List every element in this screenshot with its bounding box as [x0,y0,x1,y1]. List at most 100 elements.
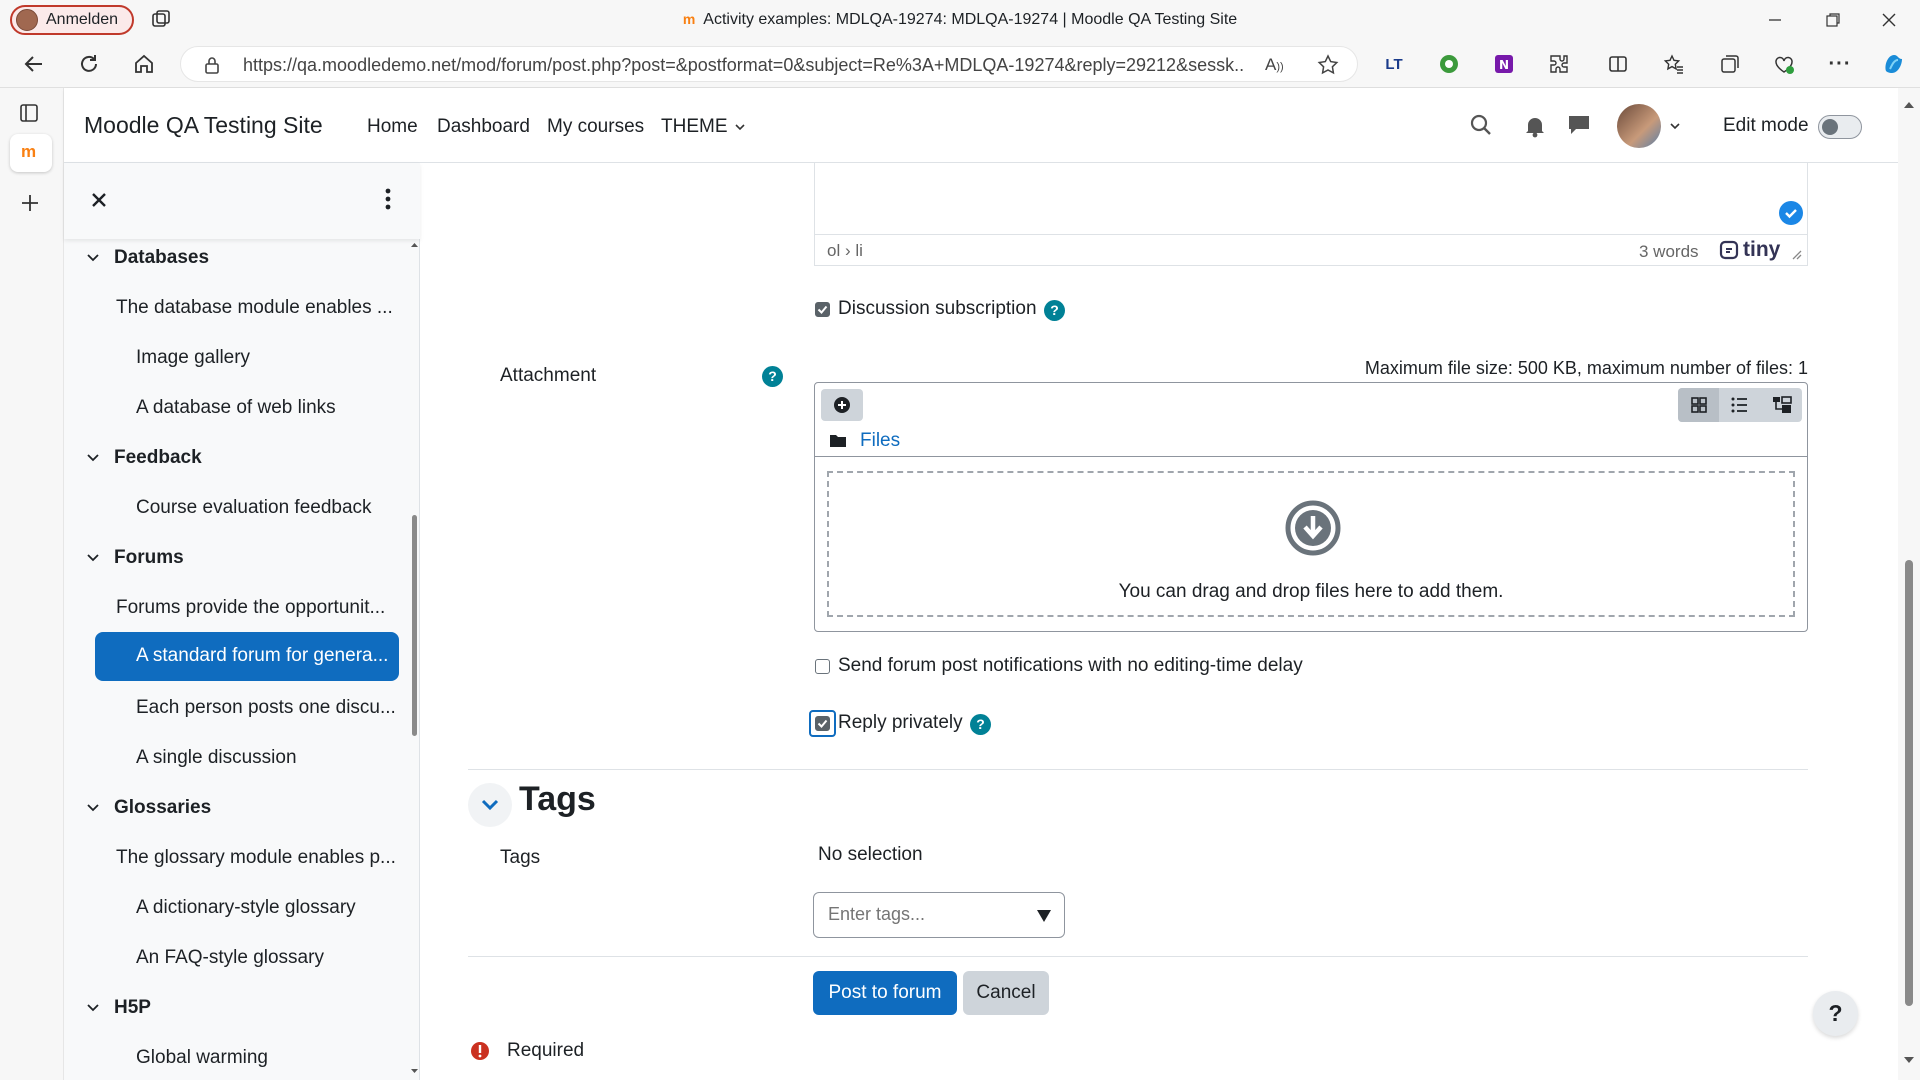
favorite-star-icon[interactable] [1317,54,1339,76]
main-content: ol › li 3 words tiny Discussion subscrip… [420,163,1898,1080]
ci-item-faq-glossary[interactable]: An FAQ-style glossary [136,947,324,969]
ci-item-global-warming[interactable]: Global warming [136,1047,268,1069]
site-name[interactable]: Moodle QA Testing Site [84,112,323,139]
file-drop-zone[interactable]: You can drag and drop files here to add … [827,471,1795,617]
nav-dashboard[interactable]: Dashboard [437,116,530,138]
grid-icon [1691,397,1707,413]
section-h5p[interactable]: H5P [86,997,151,1019]
tab-actions-icon[interactable] [18,102,40,124]
nav-theme[interactable]: THEME [661,116,746,138]
discussion-subscription-checkbox[interactable] [815,302,830,317]
resize-handle-icon[interactable] [1790,248,1802,260]
extension-green-icon[interactable] [1435,50,1463,78]
lock-icon[interactable] [203,56,221,74]
no-delay-checkbox[interactable] [815,659,830,674]
home-icon[interactable] [128,48,160,80]
editor-element-path[interactable]: ol › li [827,241,863,261]
section-glossaries[interactable]: Glossaries [86,797,211,819]
ci-item-image-gallery[interactable]: Image gallery [136,347,250,369]
ci-item-glossary-intro[interactable]: The glossary module enables p... [116,847,396,869]
messages-icon[interactable] [1567,114,1591,136]
help-icon[interactable]: ? [1044,300,1065,321]
window-title: Activity examples: MDLQA-19274: MDLQA-19… [703,11,1238,28]
folder-tree-icon [1773,396,1792,413]
extension-lt-icon[interactable]: LT [1380,50,1408,78]
section-databases[interactable]: Databases [86,247,209,269]
onenote-icon[interactable]: N [1490,50,1518,78]
chevron-down-icon [87,804,99,812]
user-menu-chevron-icon[interactable] [1669,120,1681,132]
drawer-scrollbar[interactable] [409,239,420,1080]
ci-item-database-intro[interactable]: The database module enables ... [116,297,393,319]
section-title: Feedback [114,447,202,468]
editor-statusbar: ol › li 3 words tiny [815,234,1807,265]
tab-moodle[interactable]: m [10,134,52,172]
ci-item-course-evaluation[interactable]: Course evaluation feedback [136,497,372,519]
ci-item-each-person-posts[interactable]: Each person posts one discu... [136,697,396,719]
restore-button[interactable] [1810,7,1856,33]
browser-titlebar: Anmelden m Activity examples: MDLQA-19274… [0,0,1920,40]
chevron-down-icon [87,254,99,262]
collections-icon[interactable] [1716,50,1744,78]
refresh-button[interactable] [73,48,105,80]
back-button[interactable] [18,48,50,80]
extensions-puzzle-icon[interactable] [1545,50,1573,78]
download-arrow-icon [1284,499,1342,557]
tags-text-field[interactable] [828,904,1028,925]
post-to-forum-button[interactable]: Post to forum [813,971,957,1015]
view-list-button[interactable] [1719,388,1760,422]
ci-item-dictionary-glossary[interactable]: A dictionary-style glossary [136,897,356,919]
tiny-logo[interactable]: tiny [1719,238,1780,262]
edit-mode-toggle[interactable] [1818,115,1862,139]
address-bar[interactable]: https://qa.moodledemo.net/mod/forum/post… [180,46,1358,82]
help-icon[interactable]: ? [970,714,991,735]
section-title: H5P [114,997,151,1018]
view-icons-button[interactable] [1678,388,1719,422]
dropdown-triangle-icon[interactable] [1036,909,1052,923]
ci-item-standard-forum-active[interactable]: A standard forum for genera... [95,632,399,681]
nav-my-courses[interactable]: My courses [547,116,644,138]
notifications-bell-icon[interactable] [1524,114,1546,138]
drawer-options-icon[interactable] [384,187,392,211]
copilot-icon[interactable] [1880,50,1908,78]
help-footer-button[interactable]: ? [1813,991,1858,1036]
minimize-button[interactable] [1752,7,1798,33]
new-tab-icon[interactable] [19,192,41,214]
nav-home[interactable]: Home [367,116,418,138]
section-feedback[interactable]: Feedback [86,447,202,469]
tags-collapse-toggle[interactable] [468,783,512,827]
view-tree-button[interactable] [1760,388,1802,422]
section-divider [468,956,1808,957]
message-editor[interactable]: ol › li 3 words tiny [814,163,1808,266]
edit-mode-label: Edit mode [1723,115,1809,136]
required-label: Required [507,1040,585,1061]
files-folder-link[interactable]: Files [860,430,900,452]
close-drawer-icon[interactable] [90,191,108,209]
course-index-drawer: Databases The database module enables ..… [64,163,420,1080]
file-manager-toolbar: Files [815,383,1807,457]
ci-item-forums-intro[interactable]: Forums provide the opportunit... [116,597,385,619]
moodle-tab-icon: m [21,142,37,161]
tags-input[interactable] [813,892,1065,938]
split-screen-icon[interactable] [1604,50,1632,78]
reply-privately-checkbox[interactable] [815,716,830,731]
url-text[interactable]: https://qa.moodledemo.net/mod/forum/post… [243,55,1243,76]
required-icon [470,1041,490,1061]
add-file-button[interactable] [821,389,863,421]
user-avatar[interactable] [1617,104,1661,148]
accessibility-check-icon[interactable] [1779,201,1803,225]
browser-toolbar: https://qa.moodledemo.net/mod/forum/post… [0,40,1920,88]
read-aloud-icon[interactable]: A)) [1265,55,1284,75]
ci-item-database-web-links[interactable]: A database of web links [136,397,336,419]
cancel-button[interactable]: Cancel [963,971,1049,1015]
search-icon[interactable] [1468,112,1494,138]
section-forums[interactable]: Forums [86,547,184,569]
ci-item-single-discussion[interactable]: A single discussion [136,747,297,769]
more-menu-icon[interactable]: ··· [1826,50,1854,78]
page-scrollbar[interactable] [1898,88,1920,1080]
favorites-icon[interactable] [1660,50,1688,78]
close-window-button[interactable] [1866,7,1912,33]
browser-essentials-icon[interactable] [1770,50,1798,78]
editor-word-count[interactable]: 3 words [1639,242,1699,262]
help-icon[interactable]: ? [762,366,783,387]
